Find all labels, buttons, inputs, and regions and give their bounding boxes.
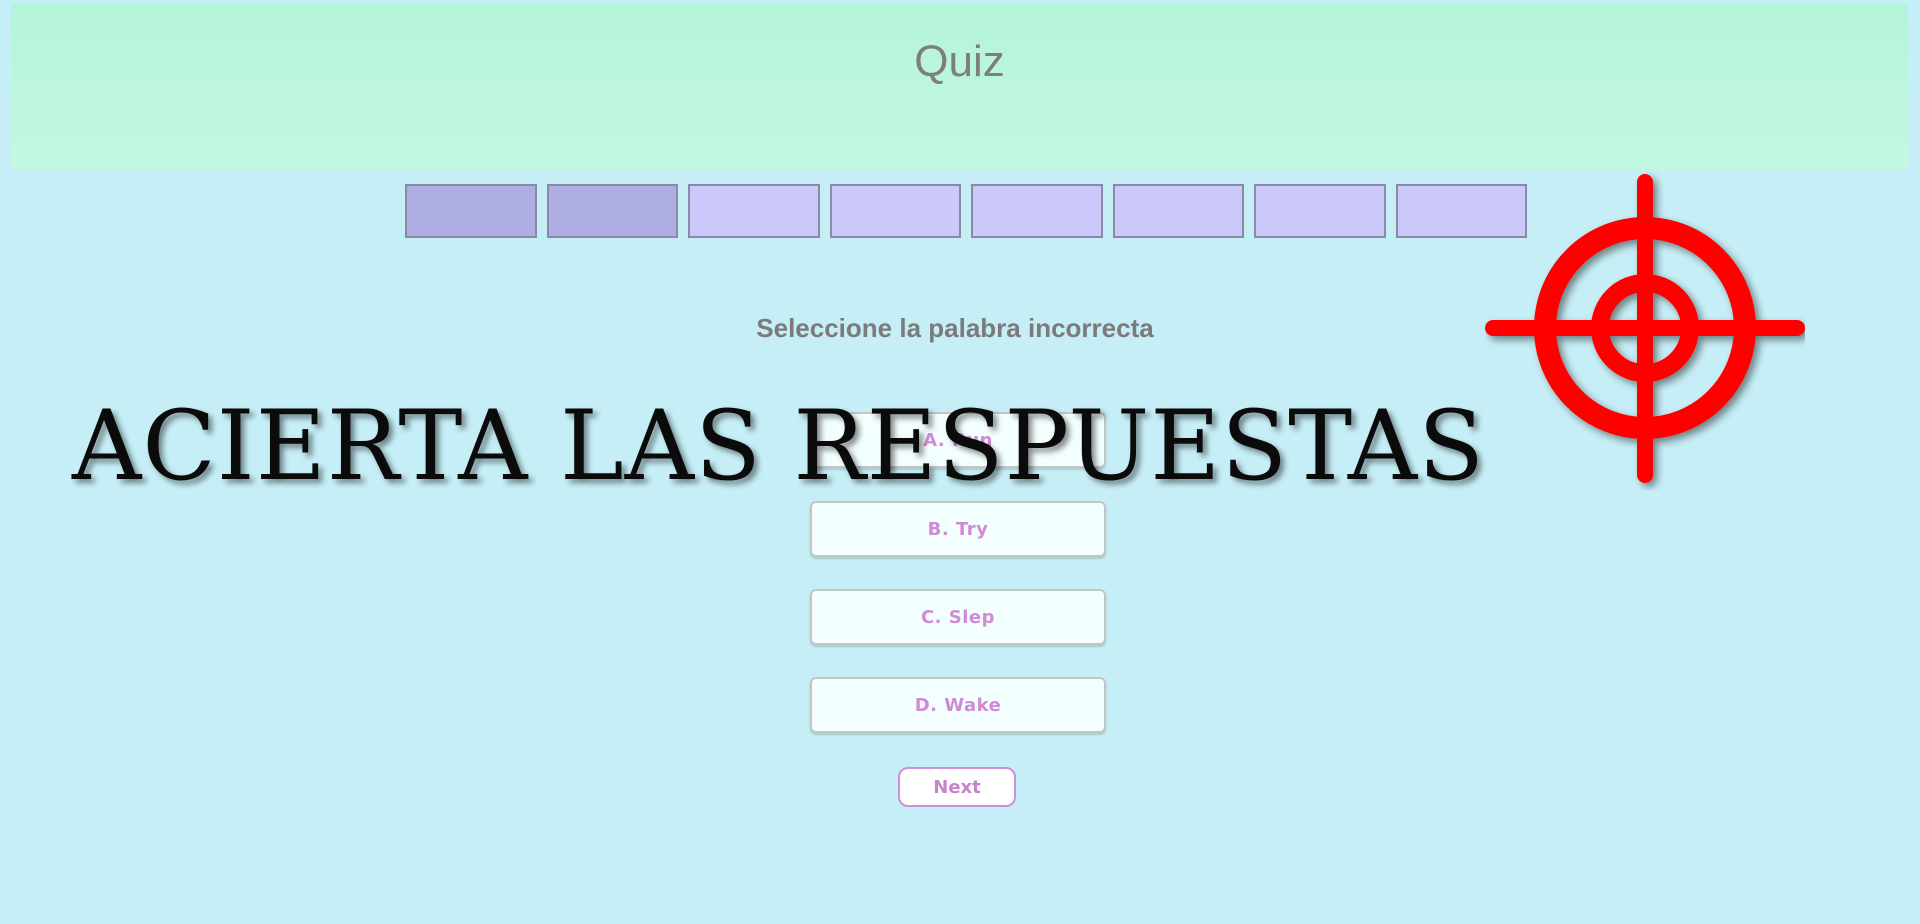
crosshair-target-icon — [1485, 174, 1805, 483]
progress-step-4 — [829, 184, 961, 238]
quiz-page: Quiz Seleccione la palabra incorrecta A.… — [0, 0, 1920, 924]
answer-option-b[interactable]: B. Try — [810, 501, 1106, 557]
progress-step-2 — [546, 184, 678, 238]
quiz-header: Quiz — [11, 4, 1908, 169]
progress-step-1 — [405, 184, 537, 238]
progress-step-6 — [1112, 184, 1244, 238]
page-title: Quiz — [914, 37, 1005, 86]
progress-step-3 — [688, 184, 820, 238]
overlay-banner-title: ACIERTA LAS RESPUESTAS — [72, 390, 1486, 502]
progress-bar — [405, 184, 1527, 238]
answer-option-d[interactable]: D. Wake — [810, 677, 1106, 733]
progress-step-7 — [1254, 184, 1386, 238]
answer-option-c[interactable]: C. Slep — [810, 589, 1106, 645]
next-button[interactable]: Next — [898, 767, 1016, 807]
progress-step-5 — [971, 184, 1103, 238]
